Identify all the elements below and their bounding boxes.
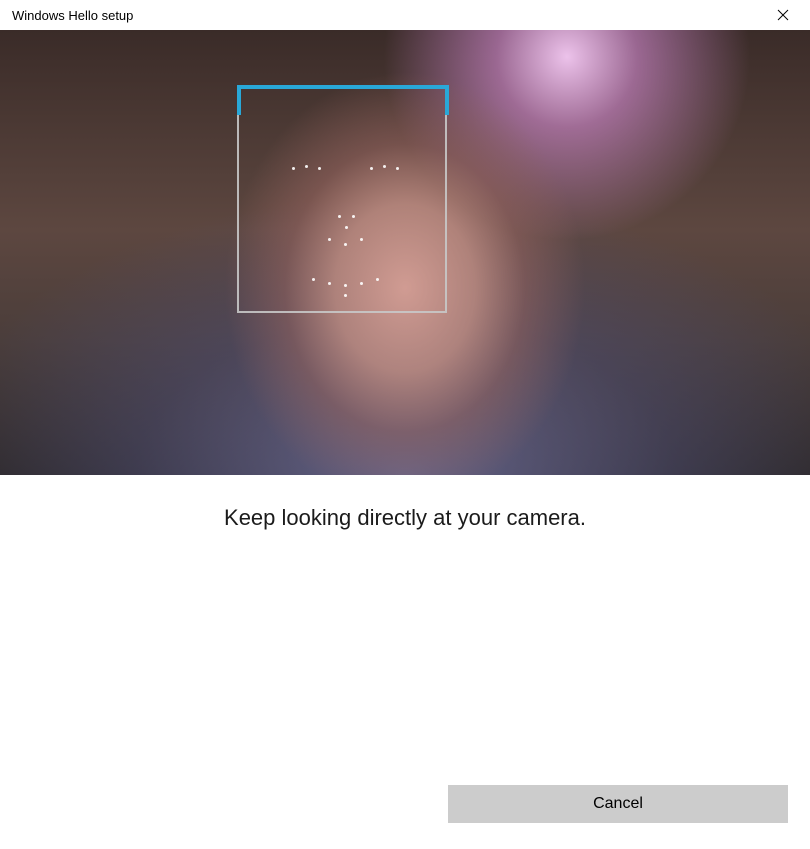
window-title: Windows Hello setup	[12, 8, 133, 23]
camera-preview	[0, 30, 810, 475]
footer: Cancel	[448, 785, 788, 823]
close-button[interactable]	[768, 0, 798, 30]
cancel-button[interactable]: Cancel	[448, 785, 788, 823]
titlebar: Windows Hello setup	[0, 0, 810, 30]
camera-feed-image	[0, 30, 810, 475]
instruction-text: Keep looking directly at your camera.	[0, 505, 810, 531]
close-icon	[777, 9, 789, 21]
